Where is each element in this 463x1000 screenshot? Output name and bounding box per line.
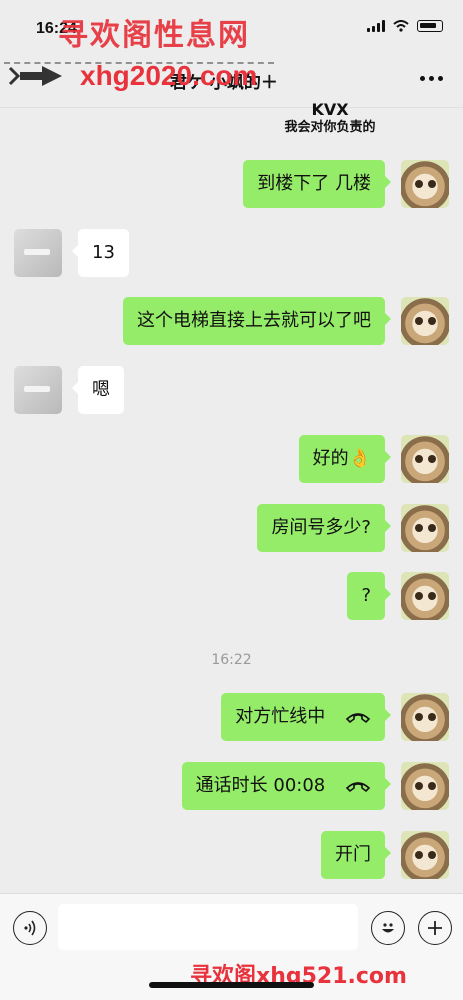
message-bubble[interactable]: 嗯 (72, 366, 124, 414)
avatar[interactable] (401, 693, 449, 741)
arrow-right-icon (8, 66, 62, 86)
phone-hangup-icon (345, 782, 371, 793)
avatar[interactable] (401, 762, 449, 810)
more-functions-button[interactable] (418, 911, 452, 945)
message-bubble[interactable]: ? (347, 572, 391, 620)
avatar[interactable] (401, 297, 449, 345)
message-bubble[interactable]: 房间号多少? (257, 504, 391, 552)
voice-icon (24, 920, 36, 936)
home-indicator[interactable] (149, 982, 314, 988)
wifi-icon (393, 20, 409, 32)
plus-icon (428, 921, 442, 935)
emoji-button[interactable] (371, 911, 405, 945)
call-message-bubble[interactable]: 对方忙线中 (221, 693, 391, 741)
avatar[interactable] (401, 572, 449, 620)
message-bubble[interactable]: 13 (72, 229, 129, 277)
watermark-url: xhg2020.com (80, 60, 258, 91)
message-timestamp: 16:22 (211, 652, 252, 668)
avatar[interactable] (401, 160, 449, 208)
message-bubble[interactable]: 开门 (321, 831, 391, 879)
battery-icon (417, 20, 443, 32)
call-status-text: 对方忙线中 (235, 706, 326, 727)
avatar[interactable] (14, 229, 62, 277)
avatar[interactable] (14, 366, 62, 414)
call-message-bubble[interactable]: 通话时长 00:08 (181, 762, 392, 810)
avatar[interactable] (401, 435, 449, 483)
image-mark: KVX (311, 100, 349, 119)
phone-hangup-icon (345, 713, 371, 724)
previous-image-message[interactable]: KVX 我会对你负责的 (270, 100, 390, 138)
signal-icon (367, 20, 385, 32)
more-icon[interactable] (420, 76, 443, 81)
message-bubble[interactable]: 这个电梯直接上去就可以了吧 (123, 297, 391, 345)
message-input[interactable] (58, 904, 358, 950)
image-caption: 我会对你负责的 (284, 120, 376, 135)
watermark-text-top: 寻欢阁性息网 (58, 18, 250, 53)
call-duration-text: 通话时长 00:08 (195, 775, 326, 796)
avatar[interactable] (401, 831, 449, 879)
message-bubble[interactable]: 好的👌 (298, 435, 392, 483)
voice-input-button[interactable] (13, 911, 47, 945)
status-icons (367, 20, 443, 32)
message-bubble[interactable]: 到楼下了 几楼 (243, 160, 391, 208)
emoji-icon (382, 923, 394, 933)
avatar[interactable] (401, 504, 449, 552)
